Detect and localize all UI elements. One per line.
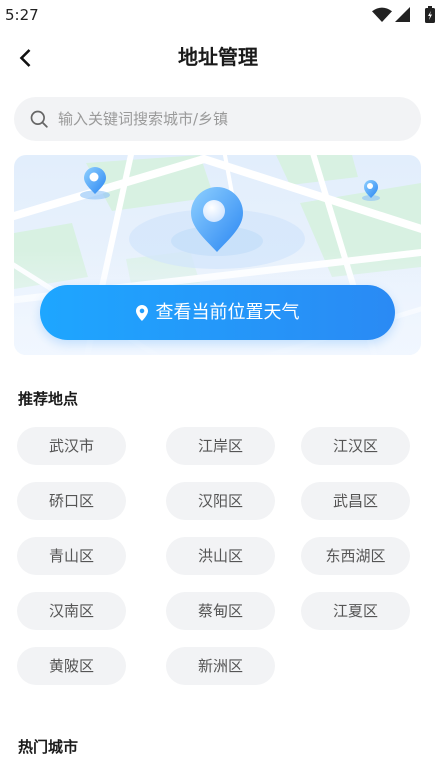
place-chip[interactable]: 汉南区 [17,592,126,630]
search-icon [30,110,48,128]
place-chip[interactable]: 黄陂区 [17,647,126,685]
signal-icon [395,7,410,22]
status-time: 5:27 [5,6,39,24]
search-bar[interactable] [14,97,421,141]
place-chip[interactable]: 硚口区 [17,482,126,520]
battery-icon [425,6,435,23]
locate-button-label: 查看当前位置天气 [155,301,300,323]
place-chip[interactable]: 青山区 [17,537,126,575]
place-chip[interactable]: 汉阳区 [166,482,275,520]
recommended-places-grid: 武汉市 江岸区 江汉区 硚口区 汉阳区 武昌区 青山区 洪山区 东西湖区 汉南区… [17,427,410,685]
place-chip[interactable]: 洪山区 [166,537,275,575]
back-button[interactable] [12,44,38,72]
place-chip[interactable]: 蔡甸区 [166,592,275,630]
place-chip[interactable]: 东西湖区 [301,537,410,575]
search-input[interactable] [58,110,405,128]
hot-cities-section-title: 热门城市 [18,738,79,756]
page-title: 地址管理 [178,45,258,69]
place-chip[interactable]: 武昌区 [301,482,410,520]
place-chip[interactable]: 江岸区 [166,427,275,465]
place-chip[interactable]: 新洲区 [166,647,275,685]
recommended-section-title: 推荐地点 [18,390,79,408]
place-chip[interactable]: 武汉市 [17,427,126,465]
place-chip[interactable]: 江夏区 [301,592,410,630]
chevron-left-icon [19,49,30,67]
status-bar: 5:27 [0,0,436,30]
locate-current-weather-button[interactable]: 查看当前位置天气 [40,285,395,340]
place-chip[interactable]: 江汉区 [301,427,410,465]
wifi-icon [372,7,392,22]
location-pin-icon [135,304,148,321]
